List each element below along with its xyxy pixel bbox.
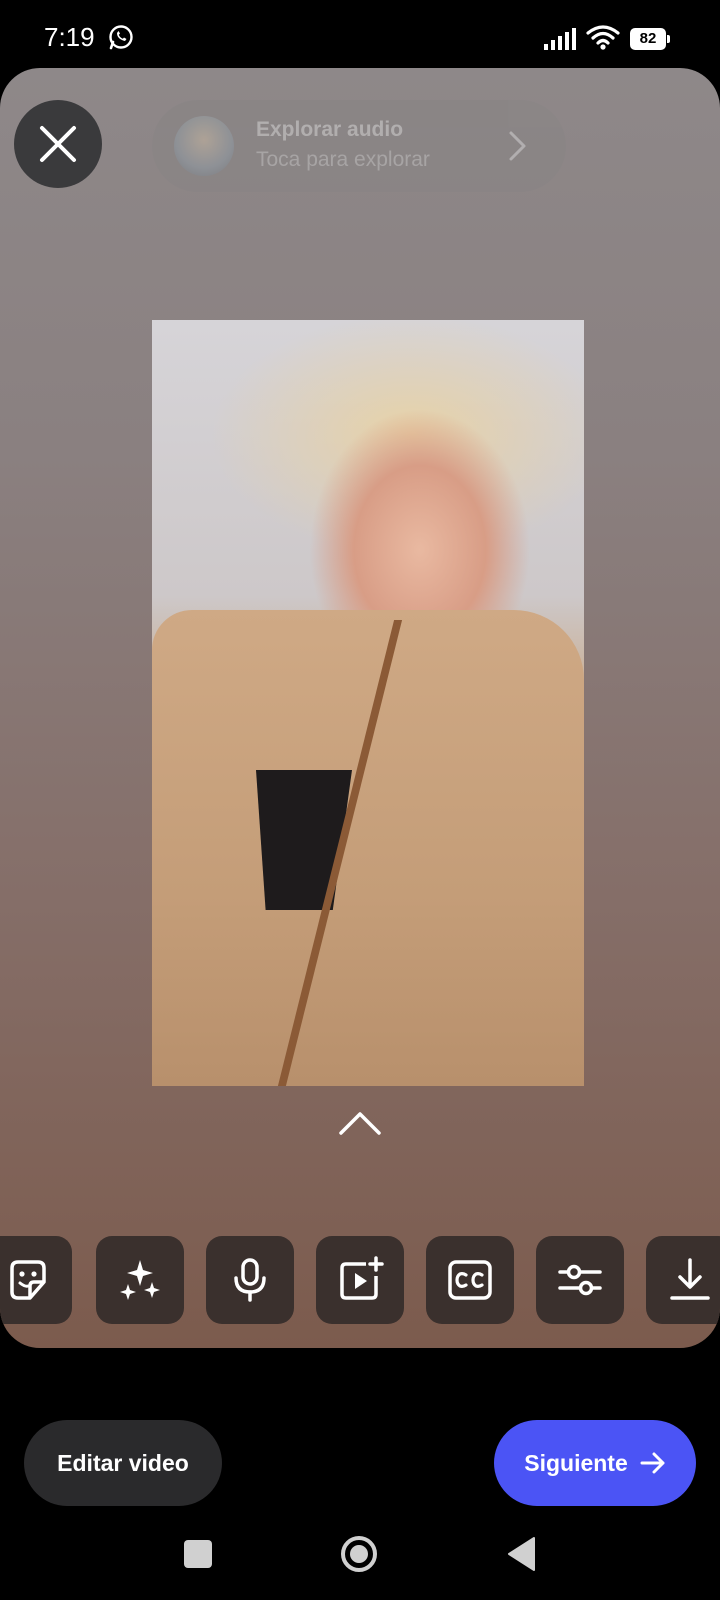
download-icon: [670, 1258, 710, 1300]
audio-subtitle: Toca para explorar: [256, 148, 430, 171]
close-icon: [40, 126, 76, 162]
captions-button[interactable]: [426, 1236, 514, 1324]
battery-level: 82: [639, 30, 657, 47]
sliders-icon: [558, 1264, 602, 1296]
preview-subject: [152, 610, 584, 1086]
wifi-icon: [586, 25, 620, 50]
add-clip-button[interactable]: [316, 1236, 404, 1324]
battery-indicator: 82: [630, 28, 670, 50]
audio-thumbnail: [174, 116, 234, 176]
edit-video-button[interactable]: Editar video: [24, 1420, 222, 1506]
arrow-right-icon: [640, 1452, 665, 1474]
captions-icon: [448, 1260, 492, 1300]
audio-title: Explorar audio: [256, 118, 404, 141]
next-button[interactable]: Siguiente: [494, 1420, 696, 1506]
recent-apps-button[interactable]: [184, 1540, 212, 1568]
close-button[interactable]: [14, 100, 102, 188]
clock: 7:19: [44, 22, 95, 52]
status-bar: 7:19 82: [0, 0, 720, 68]
effects-button[interactable]: [96, 1236, 184, 1324]
download-button[interactable]: [646, 1236, 720, 1324]
chevron-right-icon: [509, 131, 526, 161]
chevron-up-icon[interactable]: [338, 1110, 382, 1136]
home-button[interactable]: [340, 1535, 378, 1573]
editor-panel: Explorar audio Toca para explorar: [0, 68, 720, 1348]
explore-audio-button[interactable]: Explorar audio Toca para explorar: [152, 100, 566, 192]
sparkles-icon: [120, 1260, 160, 1300]
media-preview[interactable]: [152, 320, 584, 1086]
sticker-button[interactable]: [0, 1236, 72, 1324]
whatsapp-icon: [109, 25, 133, 50]
sticker-icon: [10, 1260, 46, 1300]
back-button[interactable]: [506, 1536, 536, 1572]
next-label: Siguiente: [524, 1449, 628, 1476]
edit-video-label: Editar video: [57, 1449, 189, 1476]
voiceover-button[interactable]: [206, 1236, 294, 1324]
edit-toolbar: [0, 1236, 720, 1326]
adjust-button[interactable]: [536, 1236, 624, 1324]
add-clip-icon: [340, 1256, 384, 1300]
microphone-icon: [234, 1258, 266, 1302]
signal-icon: [544, 28, 576, 50]
